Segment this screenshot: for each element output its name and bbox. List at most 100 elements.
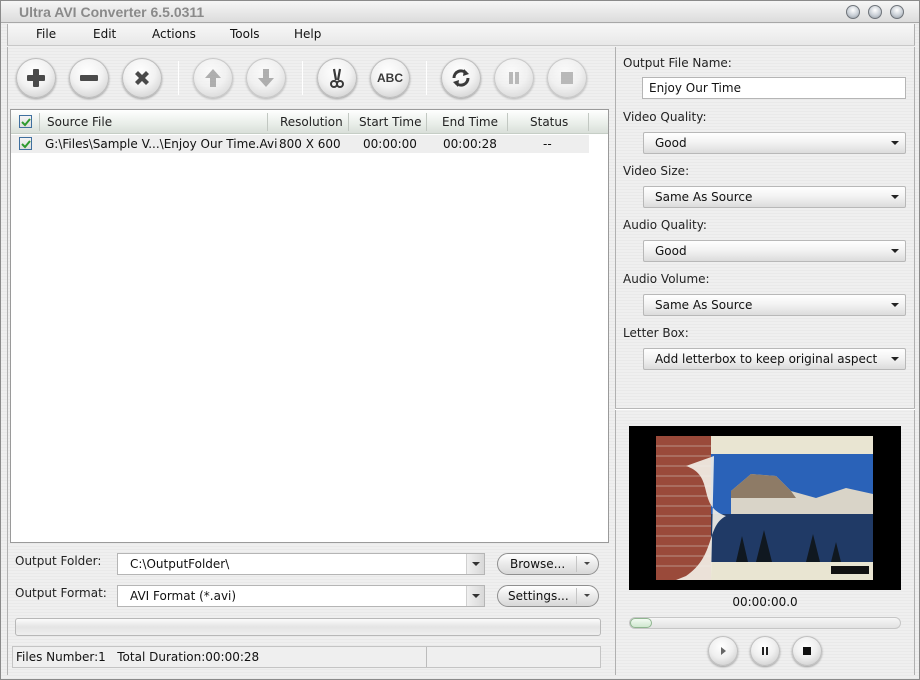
video-preview[interactable]: [629, 426, 901, 590]
pause-button[interactable]: [494, 58, 534, 98]
file-list[interactable]: Source File Resolution Start Time End Ti…: [10, 109, 609, 543]
refresh-icon: [452, 69, 470, 87]
trim-button[interactable]: [317, 58, 357, 98]
letter-box-value: Add letterbox to keep original aspect: [655, 352, 878, 366]
select-all-checkbox[interactable]: [19, 115, 32, 128]
dropdown-button[interactable]: [466, 554, 484, 574]
audio-volume-value: Same As Source: [655, 298, 753, 312]
arrow-up-icon: [205, 69, 221, 87]
status-text: Files Number:1 Total Duration:00:00:28: [16, 650, 260, 664]
panel-splitter[interactable]: [615, 409, 915, 411]
scissors-icon: [330, 68, 344, 88]
column-divider: [426, 113, 427, 131]
arrow-down-icon: [258, 69, 274, 87]
audio-quality-select[interactable]: Good: [643, 240, 906, 262]
x-icon: [135, 71, 149, 85]
column-status[interactable]: Status: [530, 115, 568, 129]
column-divider: [348, 113, 349, 131]
chevron-down-icon: [472, 562, 480, 566]
stop-icon: [803, 647, 811, 655]
table-row[interactable]: G:\Files\Sample V...\Enjoy Our Time.Avi …: [11, 135, 589, 153]
browse-label: Browse...: [510, 557, 566, 571]
column-divider: [588, 113, 589, 131]
preview-stop-button[interactable]: [792, 636, 822, 666]
output-file-name-label: Output File Name:: [623, 56, 732, 70]
column-divider: [267, 113, 268, 131]
window-title: Ultra AVI Converter 6.5.0311: [19, 4, 205, 20]
column-source-file[interactable]: Source File: [47, 115, 112, 129]
audio-quality-label: Audio Quality:: [623, 218, 707, 232]
toolbar-separator: [426, 61, 427, 95]
convert-button[interactable]: [441, 58, 481, 98]
close-button[interactable]: [890, 5, 904, 19]
toolbar-separator: [178, 61, 179, 95]
browse-button[interactable]: Browse...: [497, 553, 599, 575]
conversion-progress-bar: [15, 618, 601, 636]
remove-file-button[interactable]: [69, 58, 109, 98]
settings-button[interactable]: Settings...: [497, 585, 599, 607]
video-size-select[interactable]: Same As Source: [643, 186, 906, 208]
video-quality-select[interactable]: Good: [643, 132, 906, 154]
chevron-down-icon: [891, 141, 899, 145]
chevron-down-icon: [891, 357, 899, 361]
output-format-label: Output Format:: [15, 586, 107, 600]
stop-button[interactable]: [547, 58, 587, 98]
rename-button[interactable]: ABC: [370, 58, 410, 98]
dropdown-button[interactable]: [466, 586, 484, 606]
toolbar-separator: [302, 61, 303, 95]
move-up-button[interactable]: [193, 58, 233, 98]
chevron-down-icon: [891, 195, 899, 199]
letter-box-select[interactable]: Add letterbox to keep original aspect: [643, 348, 906, 370]
output-file-name-input[interactable]: Enjoy Our Time: [642, 77, 906, 99]
column-end-time[interactable]: End Time: [442, 115, 498, 129]
status-divider: [426, 647, 427, 667]
letter-box-label: Letter Box:: [623, 326, 689, 340]
title-bar[interactable]: Ultra AVI Converter 6.5.0311: [1, 1, 919, 23]
chevron-down-icon: [891, 249, 899, 253]
menu-file[interactable]: File: [36, 27, 56, 41]
maximize-button[interactable]: [868, 5, 882, 19]
menu-edit[interactable]: Edit: [93, 27, 116, 41]
end-time-cell: 00:00:28: [443, 137, 497, 151]
chevron-down-icon: [584, 562, 590, 565]
output-folder-combo[interactable]: C:\OutputFolder\: [117, 553, 485, 575]
chevron-down-icon: [891, 303, 899, 307]
output-format-combo[interactable]: AVI Format (*.avi): [117, 585, 485, 607]
output-folder-label: Output Folder:: [15, 554, 102, 568]
minimize-button[interactable]: [846, 5, 860, 19]
pause-icon: [762, 647, 768, 655]
settings-dropdown[interactable]: [576, 588, 598, 604]
chevron-down-icon: [472, 594, 480, 598]
move-down-button[interactable]: [246, 58, 286, 98]
clear-list-button[interactable]: [122, 58, 162, 98]
menu-bar: File Edit Actions Tools Help: [7, 24, 915, 46]
play-icon: [721, 647, 726, 655]
column-divider: [39, 113, 40, 131]
preview-thumbnail: [656, 436, 873, 580]
source-file-cell: G:\Files\Sample V...\Enjoy Our Time.Avi: [45, 137, 278, 151]
column-start-time[interactable]: Start Time: [359, 115, 422, 129]
browse-dropdown[interactable]: [576, 556, 598, 572]
pause-icon: [509, 72, 519, 84]
menu-help[interactable]: Help: [294, 27, 321, 41]
checkmark-icon: [20, 117, 31, 126]
status-cell: --: [543, 137, 552, 151]
row-checkbox[interactable]: [19, 137, 32, 150]
video-size-label: Video Size:: [623, 164, 690, 178]
settings-label: Settings...: [508, 589, 569, 603]
output-format-value: AVI Format (*.avi): [130, 589, 237, 603]
preview-pause-button[interactable]: [750, 636, 780, 666]
add-file-button[interactable]: [16, 58, 56, 98]
play-button[interactable]: [708, 636, 738, 666]
audio-volume-select[interactable]: Same As Source: [643, 294, 906, 316]
audio-volume-label: Audio Volume:: [623, 272, 710, 286]
seek-slider[interactable]: [629, 617, 901, 629]
menu-actions[interactable]: Actions: [152, 27, 196, 41]
menu-tools[interactable]: Tools: [230, 27, 260, 41]
video-size-value: Same As Source: [655, 190, 753, 204]
seek-slider-thumb[interactable]: [630, 618, 652, 628]
file-list-header: Source File Resolution Start Time End Ti…: [11, 110, 608, 134]
plus-icon: [27, 69, 45, 87]
output-file-name-value: Enjoy Our Time: [649, 81, 741, 95]
column-resolution[interactable]: Resolution: [280, 115, 343, 129]
